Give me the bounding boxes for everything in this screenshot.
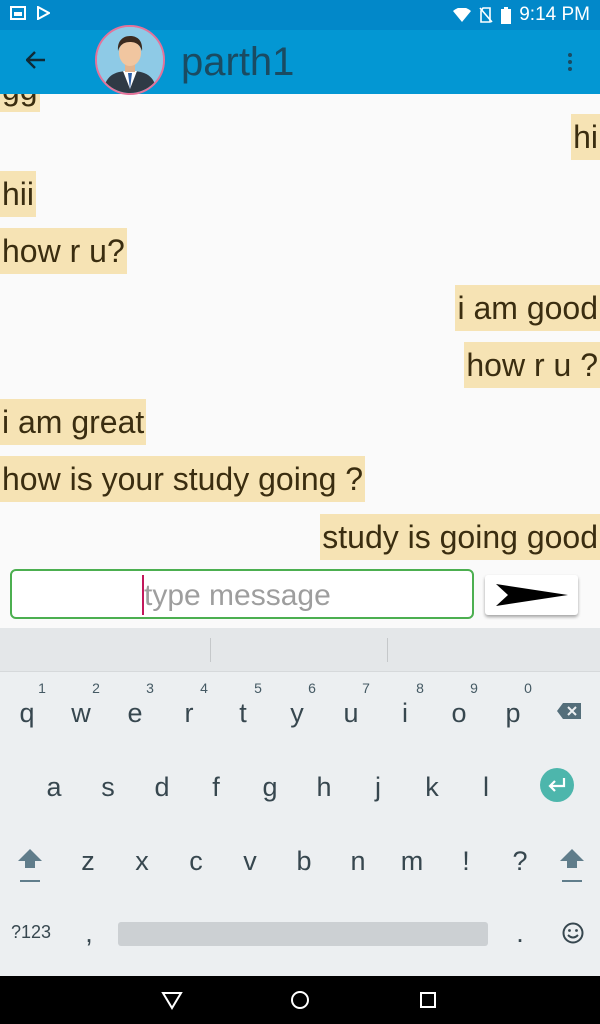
recents-square-icon[interactable]	[416, 988, 440, 1012]
key-v[interactable]: v	[223, 828, 277, 888]
send-button[interactable]	[485, 575, 578, 615]
overflow-menu-button[interactable]	[558, 46, 582, 78]
backspace-icon	[557, 703, 581, 719]
key-j[interactable]: j	[351, 754, 405, 814]
businessman-avatar-icon	[97, 27, 163, 93]
wifi-icon	[453, 8, 472, 22]
suggestion-divider	[387, 638, 388, 662]
arrow-left-icon	[26, 51, 45, 69]
key-i[interactable]: 8i	[378, 680, 432, 740]
key-f[interactable]: f	[189, 754, 243, 814]
status-time: 9:14 PM	[519, 4, 590, 25]
home-circle-icon[interactable]	[288, 988, 312, 1012]
emoji-key[interactable]	[546, 908, 600, 968]
status-bar: 9:14 PM	[0, 0, 600, 30]
key-l[interactable]: l	[459, 754, 513, 814]
back-button[interactable]	[20, 44, 52, 76]
message-bubble: i am good	[455, 285, 600, 331]
emoji-icon	[562, 922, 584, 944]
key-t[interactable]: 5t	[216, 680, 270, 740]
space-bar[interactable]	[118, 922, 488, 946]
message-bubble: hi	[571, 114, 600, 160]
key-n[interactable]: n	[331, 828, 385, 888]
play-store-notification-icon	[37, 6, 50, 20]
key-c[interactable]: c	[169, 828, 223, 888]
message-bubble: how is your study going ?	[0, 456, 366, 502]
message-list[interactable]: gg hi hii how r u? i am good how r u ? i…	[0, 94, 600, 564]
symbols-key[interactable]: ?123	[4, 908, 58, 968]
message-input-placeholder: type message	[144, 579, 331, 612]
key-p[interactable]: 0p	[486, 680, 540, 740]
key-d[interactable]: d	[135, 754, 189, 814]
key-e[interactable]: 3e	[108, 680, 162, 740]
send-arrow-icon	[495, 584, 568, 606]
suggestion-divider	[210, 638, 211, 662]
battery-icon	[501, 6, 512, 24]
key-x[interactable]: x	[115, 828, 169, 888]
message-bubble: how r u?	[0, 228, 127, 274]
message-bubble: study is going good	[320, 514, 600, 560]
key-exclamation[interactable]: !	[439, 828, 493, 888]
contact-name[interactable]: parth1	[181, 40, 294, 85]
key-b[interactable]: b	[277, 828, 331, 888]
avatar[interactable]	[95, 25, 165, 95]
status-left	[10, 6, 50, 20]
status-right: 9:14 PM	[453, 4, 590, 26]
key-y[interactable]: 6y	[270, 680, 324, 740]
shift-icon	[18, 849, 42, 882]
enter-key[interactable]	[530, 754, 584, 814]
shift-key-right[interactable]	[545, 828, 599, 888]
system-nav-bar	[0, 976, 600, 1024]
suggestion-strip	[0, 628, 600, 672]
key-m[interactable]: m	[385, 828, 439, 888]
message-bubble: i am great	[0, 399, 147, 445]
key-r[interactable]: 4r	[162, 680, 216, 740]
back-triangle-icon[interactable]	[160, 988, 184, 1012]
key-o[interactable]: 9o	[432, 680, 486, 740]
message-bubble: hii	[0, 171, 37, 217]
message-bubble: how r u ?	[464, 342, 600, 388]
shift-key[interactable]	[3, 828, 57, 888]
key-g[interactable]: g	[243, 754, 297, 814]
key-k[interactable]: k	[405, 754, 459, 814]
key-comma[interactable]: ,	[62, 908, 116, 968]
overflow-menu-icon	[568, 53, 572, 71]
key-w[interactable]: 2w	[54, 680, 108, 740]
enter-icon	[540, 768, 574, 802]
key-question[interactable]: ?	[493, 828, 547, 888]
key-period[interactable]: .	[493, 908, 547, 968]
key-u[interactable]: 7u	[324, 680, 378, 740]
key-s[interactable]: s	[81, 754, 135, 814]
shift-icon	[560, 849, 584, 882]
gallery-notification-icon	[10, 6, 26, 20]
key-q[interactable]: 1q	[0, 680, 54, 740]
message-input[interactable]: type message	[10, 569, 474, 619]
chat-header: parth1	[0, 25, 600, 95]
key-a[interactable]: a	[27, 754, 81, 814]
key-z[interactable]: z	[61, 828, 115, 888]
no-sim-icon	[479, 7, 493, 23]
soft-keyboard: 1q 2w 3e 4r 5t 6y 7u 8i 9o 0p a s d f g …	[0, 628, 600, 976]
message-bubble: gg	[0, 94, 40, 112]
backspace-key[interactable]	[542, 688, 596, 748]
key-h[interactable]: h	[297, 754, 351, 814]
